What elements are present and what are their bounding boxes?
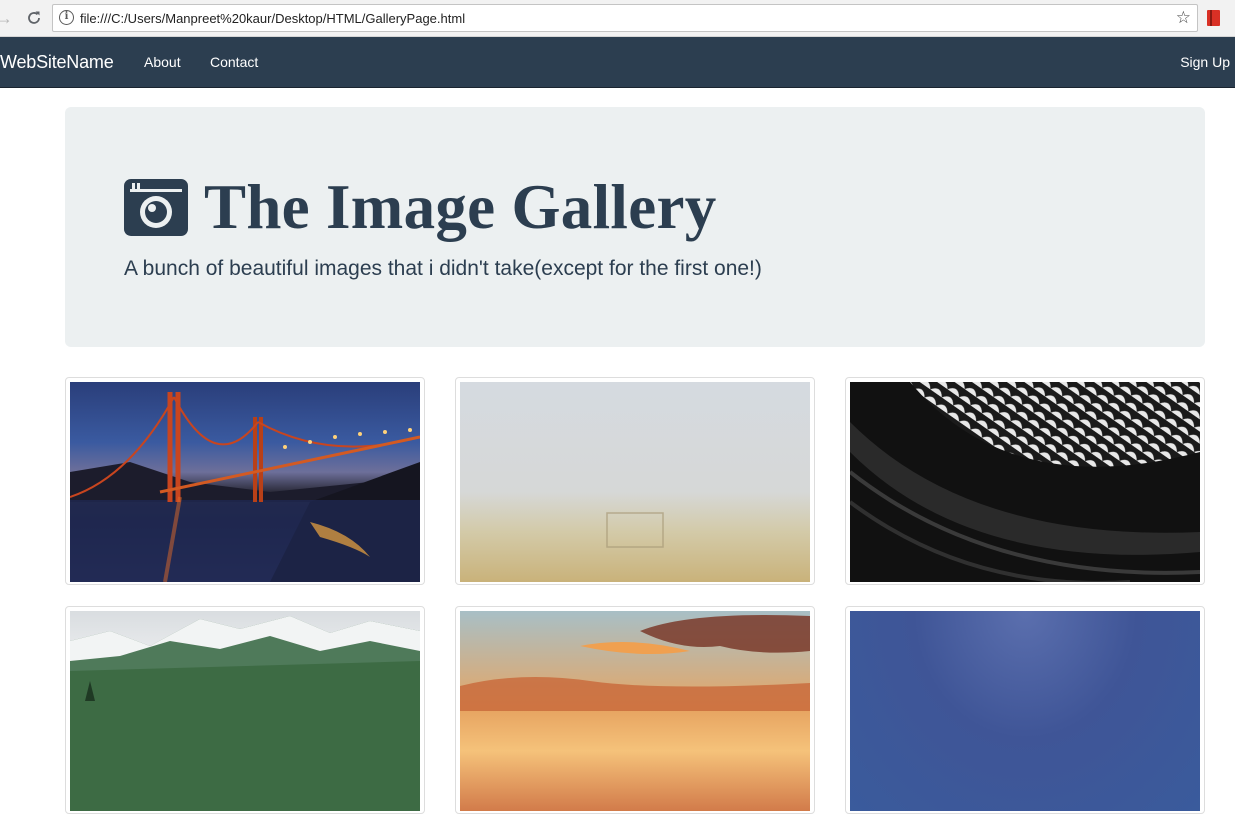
sunset-clouds-image[interactable] (460, 611, 810, 811)
reload-icon[interactable] (24, 8, 44, 28)
gallery-thumbnail[interactable] (65, 377, 425, 585)
gallery-thumbnail[interactable] (845, 606, 1205, 814)
star-icon[interactable]: ☆ (1176, 8, 1191, 28)
page-subtitle: A bunch of beautiful images that i didn'… (124, 257, 762, 280)
sign-up-link[interactable]: Sign Up (1180, 54, 1230, 70)
browser-toolbar: → i file:///C:/Users/Manpreet%20kaur/Des… (0, 0, 1235, 37)
nav-link-contact[interactable]: Contact (210, 54, 258, 70)
navbar: WebSiteName About Contact Sign Up (0, 37, 1235, 88)
extension-icon[interactable] (1207, 10, 1220, 26)
foggy-field-image[interactable] (460, 382, 810, 582)
gallery-thumbnail[interactable] (455, 606, 815, 814)
jumbotron: The Image Gallery A bunch of beautiful i… (65, 107, 1205, 347)
page-title: The Image Gallery (204, 172, 717, 242)
gallery-thumbnail[interactable] (845, 377, 1205, 585)
golden-gate-bridge-image[interactable] (70, 382, 420, 582)
camera-icon (124, 179, 188, 236)
snowy-mountain-image[interactable] (70, 611, 420, 811)
brand-link[interactable]: WebSiteName (0, 52, 114, 73)
abstract-architecture-image[interactable] (850, 382, 1200, 582)
nav-link-about[interactable]: About (144, 54, 181, 70)
info-icon[interactable]: i (59, 10, 74, 25)
address-bar[interactable]: i file:///C:/Users/Manpreet%20kaur/Deskt… (52, 4, 1198, 32)
gallery-thumbnail[interactable] (455, 377, 815, 585)
gallery-thumbnail[interactable] (65, 606, 425, 814)
url-text[interactable]: file:///C:/Users/Manpreet%20kaur/Desktop… (80, 11, 465, 26)
blue-sky-image[interactable] (850, 611, 1200, 811)
back-arrow-icon[interactable]: → (0, 8, 14, 28)
